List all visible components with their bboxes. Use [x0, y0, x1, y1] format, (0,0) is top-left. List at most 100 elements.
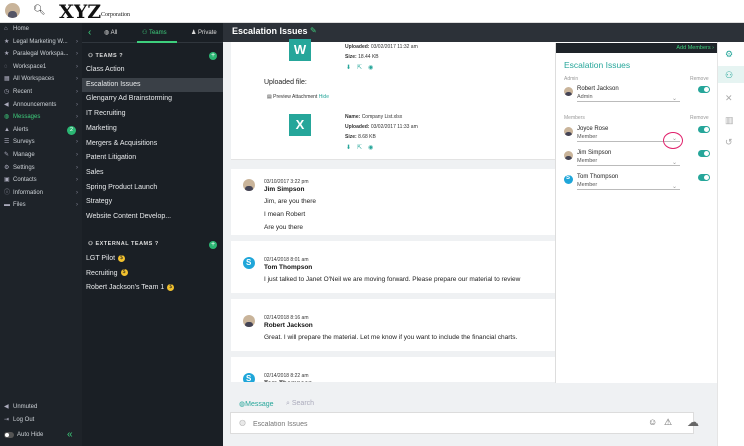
member-role-select[interactable]: Member: [577, 134, 597, 140]
remove-label: Remove: [690, 76, 709, 82]
team-item[interactable]: Escalation Issues: [82, 77, 223, 93]
chevron-right-icon: ›: [76, 63, 78, 70]
message-author[interactable]: Jim Simpson: [264, 186, 304, 193]
team-item[interactable]: Spring Product Launch: [82, 181, 223, 196]
cloud-upload-icon[interactable]: ☁: [687, 415, 699, 429]
alert-icon[interactable]: ⚠: [664, 417, 672, 428]
message-timestamp: 02/14/2018 8:16 am: [264, 315, 309, 321]
pencil-icon[interactable]: ✎: [310, 26, 317, 35]
nav-item-paralegal-workspa[interactable]: ★ Paralegal Workspa... ›: [0, 48, 82, 61]
help-icon[interactable]: ?: [155, 241, 159, 247]
message-text: Great. I will prepare the material. Let …: [264, 334, 518, 341]
team-item[interactable]: IT Recruiting: [82, 107, 223, 122]
team-item[interactable]: Strategy: [82, 195, 223, 210]
remove-toggle[interactable]: [698, 86, 710, 93]
nav-item-unmuted[interactable]: ◀ Unmuted: [0, 401, 82, 414]
active-tab-indicator: [137, 41, 177, 43]
team-name: LGT Pilot: [86, 255, 116, 262]
word-file-icon[interactable]: W: [289, 39, 311, 61]
chevron-down-icon[interactable]: ⌄: [672, 183, 677, 190]
gear-icon[interactable]: ⚙: [725, 49, 733, 60]
nav-item-home[interactable]: ⌂ Home: [0, 23, 82, 36]
member-row: Robert Jackson Admin ⌄: [564, 86, 714, 106]
download-icon[interactable]: ⬇: [346, 65, 357, 71]
share-icon[interactable]: ⇱: [357, 65, 368, 71]
message-avatar[interactable]: S: [243, 257, 255, 269]
nav-item-contacts[interactable]: ▣ Contacts ›: [0, 174, 82, 187]
share-icon[interactable]: ⇱: [357, 145, 368, 151]
message-avatar[interactable]: [243, 315, 255, 327]
member-role-select[interactable]: Member: [577, 182, 597, 188]
nav-item-log-out[interactable]: ⇥ Log Out: [0, 414, 82, 427]
team-item[interactable]: Class Action: [82, 63, 223, 78]
external-team-item[interactable]: Recruiting $: [82, 267, 223, 282]
emoji-icon[interactable]: ☺: [648, 417, 657, 427]
team-item[interactable]: Website Content Develop...: [82, 210, 223, 225]
team-item[interactable]: Mergers & Acquisitions: [82, 137, 223, 152]
tab-all[interactable]: ◍ All: [104, 29, 117, 36]
team-item[interactable]: Marketing: [82, 122, 223, 137]
team-item[interactable]: Patent Litigation: [82, 151, 223, 166]
collapse-left-icon[interactable]: «: [67, 429, 73, 440]
tab-private[interactable]: ♟ Private: [191, 29, 217, 36]
nav-item-announcements[interactable]: ◀ Announcements ›: [0, 99, 82, 112]
member-role-select[interactable]: Member: [577, 158, 597, 164]
chevron-down-icon[interactable]: ⌄: [672, 95, 677, 102]
add-external-team-button[interactable]: +: [209, 241, 217, 249]
nav-item-label: Unmuted: [13, 404, 38, 410]
chevron-right-icon: ›: [76, 202, 78, 209]
add-team-button[interactable]: +: [209, 52, 217, 60]
nav-item-settings[interactable]: ⚙ Settings ›: [0, 162, 82, 175]
admin-label: Admin: [564, 76, 579, 82]
help-icon[interactable]: ?: [119, 53, 123, 59]
nav-item-files[interactable]: ▬ Files ›: [0, 199, 82, 212]
chat-bubble-icon: ◍: [239, 418, 246, 427]
remove-toggle[interactable]: [698, 174, 710, 181]
members-icon[interactable]: ⚇: [725, 70, 733, 81]
download-icon[interactable]: ⬇: [346, 145, 357, 151]
back-chevron-icon[interactable]: ‹: [88, 27, 91, 38]
nav-item-manage[interactable]: ✎ Manage ›: [0, 149, 82, 162]
message-input[interactable]: [253, 418, 633, 430]
mute-icon[interactable]: ✕: [725, 93, 733, 104]
tab-message[interactable]: ◍Message: [239, 400, 274, 408]
message-box[interactable]: ◍ ☺ ⚠: [230, 412, 694, 434]
remove-toggle[interactable]: [698, 150, 710, 157]
toggle-switch[interactable]: [4, 432, 14, 438]
message-author[interactable]: Robert Jackson: [264, 322, 313, 329]
main-navigation: ⌂ Home ★ Legal Marketing W... › ★ Paralegal Wo…: [0, 23, 82, 446]
auto-hide-toggle[interactable]: Auto Hide: [4, 432, 43, 438]
tab-search[interactable]: ⌕ Search: [286, 400, 314, 408]
nav-item-all-workspaces[interactable]: ▦ All Workspaces ›: [0, 73, 82, 86]
nav-item-surveys[interactable]: ☰ Surveys ›: [0, 136, 82, 149]
nav-item-recent[interactable]: ◷ Recent ›: [0, 86, 82, 99]
message-stream[interactable]: W Uploaded: 03/02/2017 11:32 am Size: 18…: [231, 39, 555, 418]
nav-item-alerts[interactable]: ▲ Alerts 2: [0, 124, 82, 137]
history-icon[interactable]: ↺: [725, 137, 733, 148]
message-avatar[interactable]: [243, 179, 255, 191]
add-members-button[interactable]: Add Members ›: [676, 45, 714, 51]
member-role-select[interactable]: Admin: [577, 94, 593, 100]
search-icon[interactable]: 🔍︎: [33, 5, 46, 16]
eye-icon[interactable]: ◉: [368, 145, 379, 151]
trash-icon[interactable]: ▥: [725, 115, 734, 126]
chevron-down-icon[interactable]: ⌄: [672, 159, 677, 166]
excel-file-icon[interactable]: X: [289, 114, 311, 136]
person-icon: ♟: [191, 30, 199, 36]
message-author[interactable]: Tom Thompson: [264, 264, 312, 271]
user-avatar[interactable]: [5, 3, 20, 18]
nav-item-workspace1[interactable]: ◌ Workspace1 ›: [0, 61, 82, 74]
hide-link[interactable]: Hide: [319, 94, 329, 100]
nav-item-legal-marketing-w[interactable]: ★ Legal Marketing W... ›: [0, 36, 82, 49]
eye-icon[interactable]: ◉: [368, 65, 379, 71]
contacts-icon: ▣: [4, 177, 10, 184]
nav-item-messages[interactable]: ◍ Messages ›: [0, 111, 82, 124]
team-item[interactable]: Glengarry Ad Brainstorming: [82, 92, 223, 107]
team-item[interactable]: Sales: [82, 166, 223, 181]
external-team-item[interactable]: LGT Pilot $: [82, 252, 223, 267]
message-text: I mean Robert: [264, 211, 306, 218]
remove-toggle[interactable]: [698, 126, 710, 133]
external-team-item[interactable]: Robert Jackson's Team 1 $: [82, 281, 223, 296]
nav-item-information[interactable]: ⓘ Information ›: [0, 187, 82, 200]
tab-teams[interactable]: ⚇ Teams: [142, 29, 167, 36]
